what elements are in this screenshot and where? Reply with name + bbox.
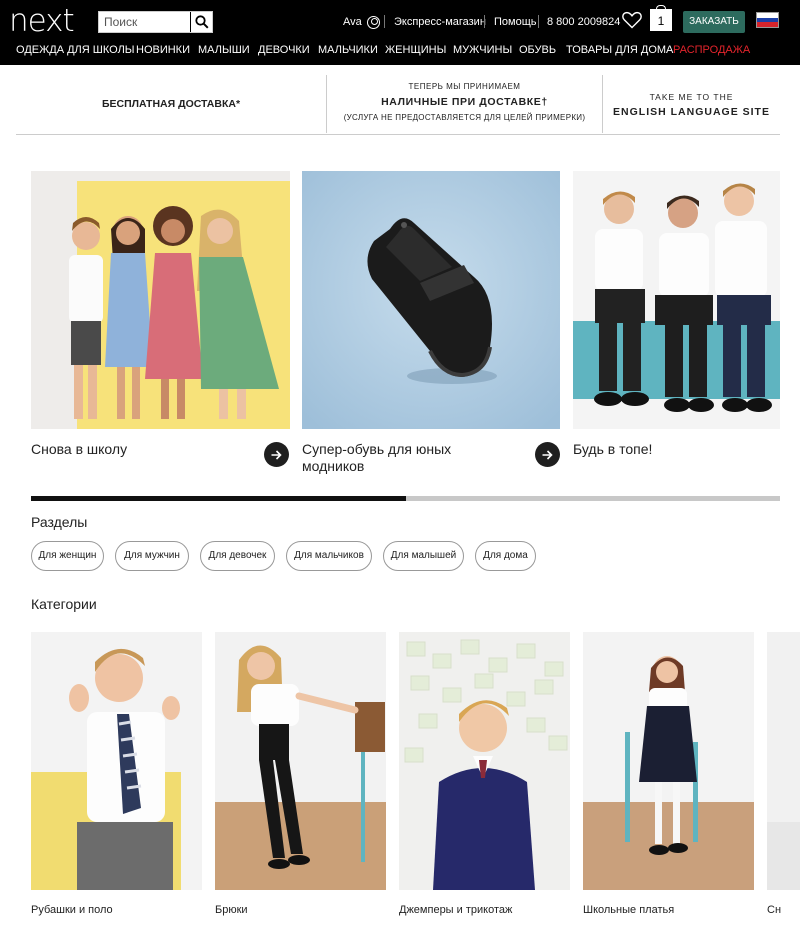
girl-pinafore-photo [583,632,754,890]
cash-promo-line1: ТЕПЕРЬ МЫ ПРИНИМАЕМ [408,82,521,91]
express-store-link[interactable]: Экспресс-магазин [394,14,486,30]
header-bar: next Ava Экспресс-магазин Помощь 8 800 2… [0,0,800,65]
logo[interactable]: next [9,6,91,37]
order-button[interactable]: ЗАКАЗАТЬ [683,11,745,33]
section-pill-women[interactable]: Для женщин [31,541,104,571]
category-label[interactable]: Сн [767,903,800,917]
category-image-jumpers[interactable] [399,632,570,890]
boy-shirt-tie-photo [31,632,202,890]
carousel-progress-fill [31,496,406,501]
cash-promo-line3: (УСЛУГА НЕ ПРЕДОСТАВЛЯЕТСЯ ДЛЯ ЦЕЛЕЙ ПРИ… [343,113,586,122]
kids-group-photo [31,171,290,429]
nav-item-new[interactable]: НОВИНКИ [136,43,190,57]
carousel-progress-bar[interactable] [31,496,780,501]
partial-category-photo [767,632,800,890]
categories-title: Категории [31,596,97,612]
sections-title: Разделы [31,514,88,530]
nav-item-school[interactable]: ОДЕЖДА ДЛЯ ШКОЛЫ [16,43,135,57]
promo-bar: БЕСПЛАТНАЯ ДОСТАВКА* ТЕПЕРЬ МЫ ПРИНИМАЕМ… [16,75,780,135]
nav-item-babies[interactable]: МАЛЫШИ [198,43,250,57]
search-input[interactable] [99,12,190,32]
hero-arrow-button[interactable] [535,442,560,467]
section-pill-home[interactable]: Для дома [475,541,536,571]
nav-item-sale[interactable]: РАСПРОДАЖА [673,43,750,57]
search-box [98,11,213,33]
nav-item-shoes[interactable]: ОБУВЬ [519,43,556,57]
free-delivery-banner[interactable]: БЕСПЛАТНАЯ ДОСТАВКА* [16,98,326,110]
section-pill-babies[interactable]: Для малышей [383,541,464,571]
russia-flag-icon[interactable] [756,12,779,28]
category-label[interactable]: Джемперы и трикотаж [399,903,512,917]
arrow-right-icon [271,449,282,460]
section-pill-girls[interactable]: Для девочек [200,541,275,571]
section-pill-men[interactable]: Для мужчин [115,541,189,571]
user-name: Ava [343,16,362,28]
divider [484,15,485,28]
help-label: Помощь [494,16,537,28]
search-icon [194,15,209,29]
nav-item-home[interactable]: ТОВАРЫ ДЛЯ ДОМА [566,43,673,57]
category-image-dresses[interactable] [583,632,754,890]
boy-jumper-photo [399,632,570,890]
phone-number: 8 800 2009824 [547,14,620,30]
nav-item-boys[interactable]: МАЛЬЧИКИ [318,43,378,57]
user-icon [366,15,380,29]
hero-image-back-to-school[interactable] [31,171,290,429]
heart-icon[interactable] [622,11,642,29]
search-button[interactable] [190,12,212,32]
category-image-trousers[interactable] [215,632,386,890]
category-label[interactable]: Школьные платья [583,903,674,917]
category-label[interactable]: Рубашки и поло [31,903,113,917]
express-store-label: Экспресс-магазин [394,16,486,28]
english-site-line1[interactable]: TAKE ME TO THE [603,92,780,102]
divider [538,15,539,28]
category-label[interactable]: Брюки [215,903,248,917]
divider [384,15,385,28]
arrow-right-icon [542,449,553,460]
boys-uniform-photo [573,171,780,429]
hero-image-uniform[interactable] [573,171,780,429]
black-shoe-photo [302,171,560,429]
account-link[interactable]: Ava [343,14,380,30]
hero-arrow-button[interactable] [264,442,289,467]
english-site-link[interactable]: ENGLISH LANGUAGE SITE [603,106,780,118]
hero-card-label[interactable]: Снова в школу [31,441,251,458]
nav-item-girls[interactable]: ДЕВОЧКИ [258,43,310,57]
divider [602,75,603,133]
hero-card-label[interactable]: Супер-обувь для юных модников [302,441,502,475]
nav-item-women[interactable]: ЖЕНЩИНЫ [385,43,446,57]
category-image-partial[interactable] [767,632,800,890]
shopping-bag-icon[interactable]: 1 [650,5,672,31]
bag-count: 1 [657,14,665,28]
main-nav: ОДЕЖДА ДЛЯ ШКОЛЫ НОВИНКИ МАЛЫШИ ДЕВОЧКИ … [0,43,800,57]
help-link[interactable]: Помощь [494,14,537,30]
hero-card-label[interactable]: Будь в топе! [573,441,773,458]
nav-item-men[interactable]: МУЖЧИНЫ [453,43,512,57]
phone-label: 8 800 2009824 [547,16,621,28]
cash-promo-line2: НАЛИЧНЫЕ ПРИ ДОСТАВКЕ† [381,96,548,108]
girl-trousers-photo [215,632,386,890]
category-image-shirts[interactable] [31,632,202,890]
hero-image-shoes[interactable] [302,171,560,429]
section-pill-boys[interactable]: Для мальчиков [286,541,372,571]
